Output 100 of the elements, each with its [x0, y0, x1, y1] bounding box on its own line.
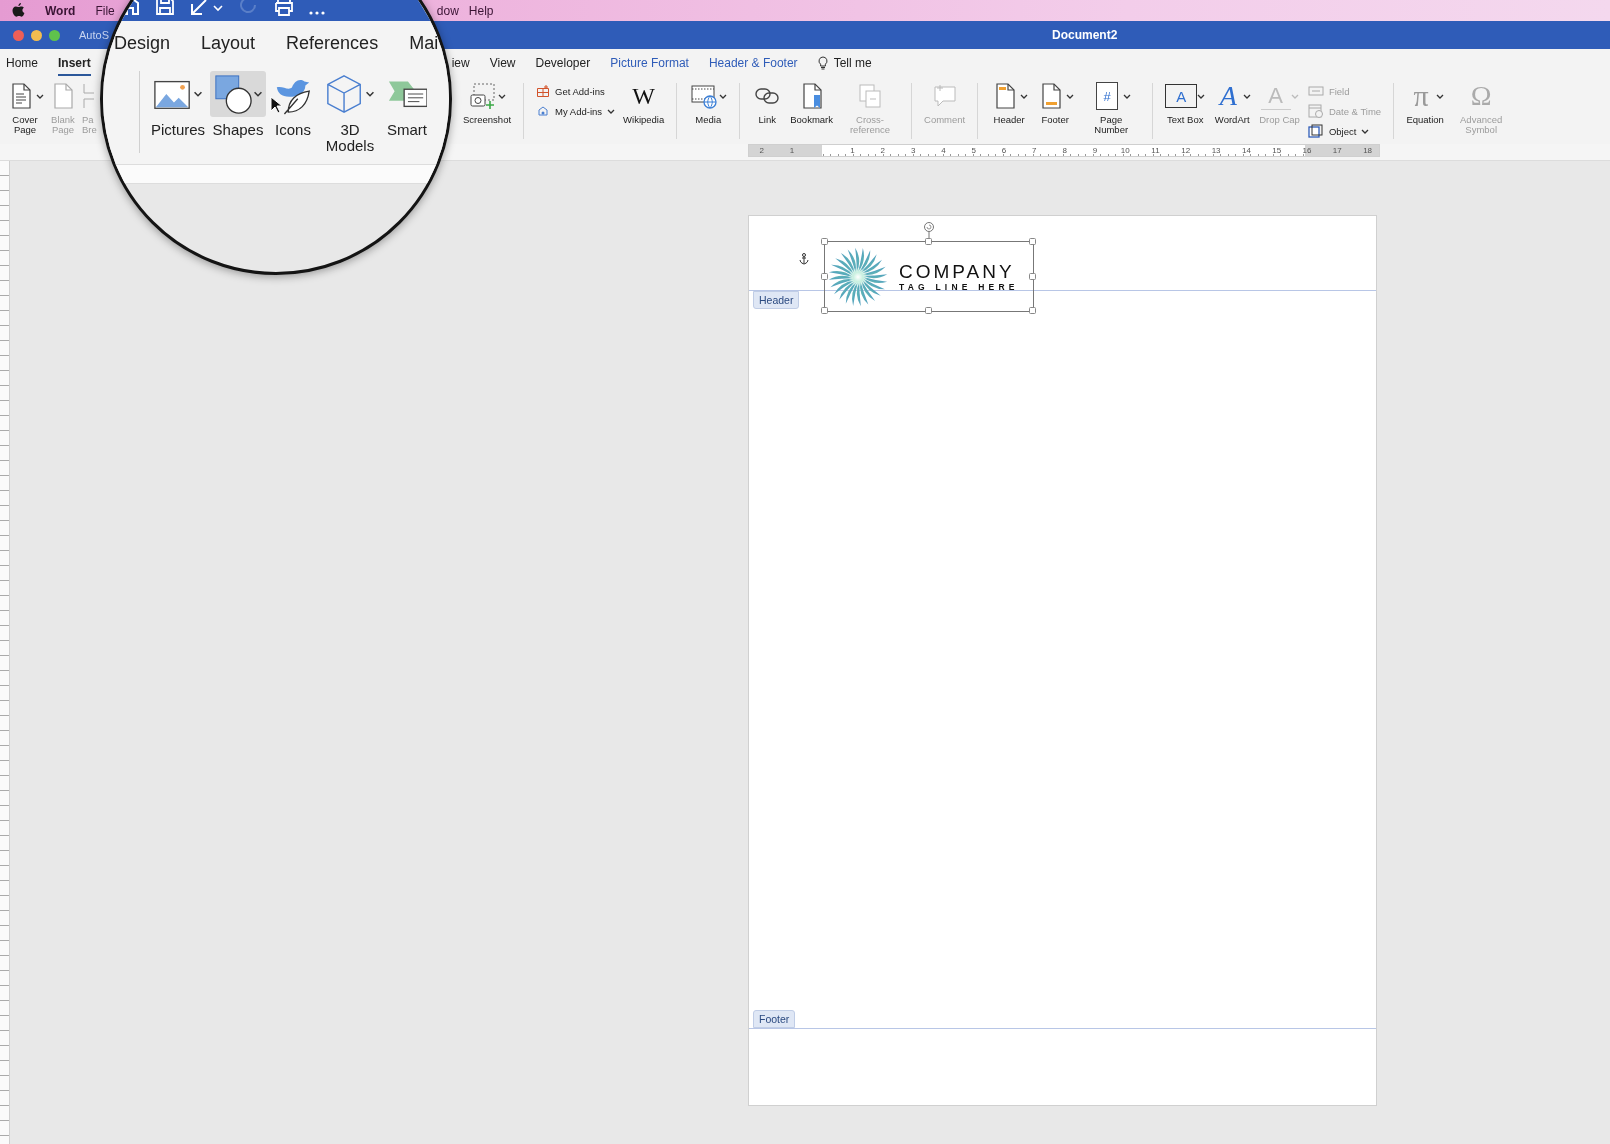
ribbon-button[interactable]: Cover Page: [4, 81, 46, 135]
ruler-number: 8: [1061, 145, 1068, 156]
ribbon-tab[interactable]: Home: [6, 49, 38, 76]
ruler-number: 10: [1119, 145, 1131, 156]
ribbon-button[interactable]: Media: [685, 81, 732, 125]
add-ins-icon: [536, 104, 551, 118]
ribbon-button[interactable]: My Add-ins: [536, 104, 616, 118]
ribbon-button[interactable]: Footer: [1032, 81, 1079, 125]
close-button[interactable]: [13, 29, 24, 41]
drop-cap-glyph: A: [1260, 82, 1291, 110]
company-name: COMPANY: [899, 261, 1015, 282]
cursor-icon: [270, 96, 282, 114]
ribbon-tab[interactable]: iew: [451, 49, 470, 76]
ribbon-button[interactable]: Pictures: [148, 71, 208, 138]
print-icon: [273, 0, 295, 16]
ribbon-button[interactable]: Bookmark: [786, 81, 837, 125]
text-box-icon: A: [1165, 84, 1198, 108]
ribbon-button[interactable]: Icons: [268, 71, 318, 138]
ruler-number: 2: [758, 145, 765, 156]
menu-item[interactable]: File: [95, 3, 115, 18]
ruler-number: 5: [970, 145, 977, 156]
ribbon-button[interactable]: W Wikipedia: [619, 81, 669, 125]
ruler-number: 13: [1210, 145, 1222, 156]
resize-handle[interactable]: [1029, 238, 1036, 245]
ruler-number: 16: [1301, 145, 1313, 156]
app-name[interactable]: Word: [45, 3, 76, 18]
ruler-number: 9: [1091, 145, 1099, 156]
ruler-number: 17: [1331, 145, 1343, 156]
resize-handle[interactable]: [925, 307, 932, 314]
page-number-icon: #: [1096, 82, 1119, 110]
save-icon: [155, 0, 175, 16]
add-ins-store-icon: [536, 84, 551, 98]
ruler-number: 18: [1362, 145, 1374, 156]
minimize-button[interactable]: [31, 29, 42, 41]
ruler-number: 12: [1180, 145, 1192, 156]
ruler-number: 4: [940, 145, 947, 156]
calendar-clock-icon: [1307, 104, 1324, 118]
ribbon-button[interactable]: A WordArt: [1209, 81, 1256, 125]
ribbon-tab[interactable]: Picture Format: [610, 49, 689, 76]
resize-handle[interactable]: [821, 238, 828, 245]
shapes-icon: [213, 73, 253, 115]
ribbon-tab[interactable]: View: [489, 49, 516, 76]
horizontal-ruler[interactable]: 2 1 1 2 3 4 5 6 7 8 9 10 11 12 13 14 15 16 17 18: [748, 144, 1380, 157]
logo-picture[interactable]: COMPANY TAG LINE HERE: [824, 241, 1034, 312]
ribbon-tab[interactable]: Developer: [535, 49, 591, 76]
redo-icon: [237, 0, 259, 16]
ribbon-button[interactable]: A Text Box: [1161, 81, 1210, 125]
resize-handle[interactable]: [821, 272, 828, 280]
more-icon: [309, 10, 325, 16]
ribbon-button[interactable]: π Equation: [1402, 81, 1449, 125]
ruler-number: 14: [1240, 145, 1252, 156]
resize-handle[interactable]: [821, 307, 828, 314]
wikipedia-glyph: W: [631, 82, 656, 110]
ribbon-button[interactable]: 3D Models: [318, 71, 382, 154]
ribbon-button[interactable]: Smart: [382, 71, 432, 138]
apple-icon: [12, 3, 25, 18]
ribbon-tab[interactable]: Header & Footer: [708, 49, 798, 76]
sunburst-logo: [827, 245, 889, 308]
autosave-label: AutoS: [79, 29, 109, 41]
wordart-glyph: A: [1217, 80, 1238, 112]
rotate-handle[interactable]: [923, 221, 935, 241]
ribbon-button[interactable]: # Page Number: [1078, 81, 1145, 135]
resize-handle[interactable]: [1029, 307, 1036, 314]
ruler-number: 15: [1271, 145, 1283, 156]
ruler-number: 1: [788, 145, 796, 156]
field-icon: [1307, 84, 1324, 98]
menu-item[interactable]: Help: [468, 3, 494, 18]
ribbon-tab[interactable]: Design: [114, 32, 171, 54]
tagline: TAG LINE HERE: [899, 281, 1019, 292]
ribbon-tab[interactable]: Layout: [201, 32, 256, 54]
resize-handle[interactable]: [1029, 272, 1036, 280]
ribbon-button[interactable]: Get Add-ins: [536, 84, 616, 98]
omega-glyph: Ω: [1469, 81, 1493, 111]
ribbon-button[interactable]: Object: [1307, 124, 1382, 138]
ruler-number: 3: [909, 145, 917, 156]
footer-tag: Footer: [753, 1010, 796, 1028]
ruler-number: 1: [849, 145, 856, 156]
undo-icon: [189, 0, 223, 16]
ruler-number: 2: [879, 145, 887, 156]
ruler-number: 6: [1000, 145, 1008, 156]
object-icon: [1307, 124, 1324, 138]
ruler-number: 11: [1150, 145, 1161, 156]
page-break-icon: [82, 81, 94, 111]
header-tag: Header: [753, 291, 800, 309]
vertical-ruler[interactable]: [0, 161, 10, 1144]
zoom-button[interactable]: [49, 29, 60, 41]
window-title: Document2: [1051, 28, 1118, 42]
pi-glyph: π: [1412, 81, 1430, 111]
ribbon-tab[interactable]: References: [286, 32, 379, 54]
lightbulb-icon: [817, 55, 828, 70]
ribbon-button[interactable]: Shapes: [208, 71, 268, 138]
menu-item[interactable]: dow: [436, 3, 459, 18]
ruler-number: 7: [1031, 145, 1038, 156]
ribbon-button[interactable]: Header: [986, 81, 1033, 125]
anchor-icon: [799, 253, 809, 265]
ribbon-button[interactable]: Link: [748, 81, 787, 125]
resize-handle[interactable]: [925, 238, 932, 245]
tell-me-search[interactable]: Tell me: [833, 55, 872, 70]
ribbon-tab[interactable]: Mai: [409, 32, 439, 54]
ribbon-button[interactable]: Screenshot: [459, 81, 516, 125]
